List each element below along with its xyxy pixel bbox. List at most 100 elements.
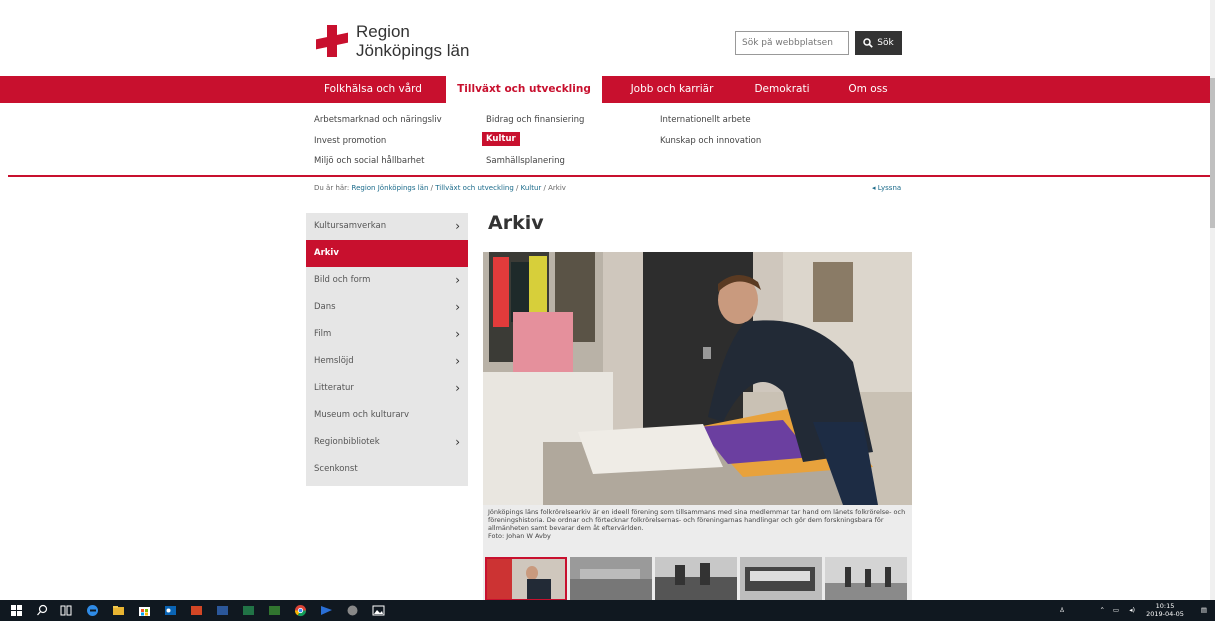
- main-navigation: Folkhälsa och vård Tillväxt och utveckli…: [0, 76, 1210, 103]
- sidebar-item-litteratur[interactable]: Litteratur ›: [306, 375, 468, 402]
- browser-page: Region Jönköpings län Sök Folkhälsa och …: [0, 0, 1215, 621]
- search-input[interactable]: [735, 31, 849, 55]
- subnav-bidrag[interactable]: Bidrag och finansiering: [486, 115, 584, 125]
- chevron-right-icon[interactable]: ›: [455, 267, 460, 294]
- listen-button[interactable]: ◂ Lyssna: [872, 184, 901, 192]
- subnav-miljo[interactable]: Miljö och social hållbarhet: [314, 156, 424, 166]
- sidebar-item-dans[interactable]: Dans ›: [306, 294, 468, 321]
- logo-line-1: Region: [356, 22, 410, 41]
- chevron-right-icon[interactable]: ›: [455, 348, 460, 375]
- chevron-right-icon[interactable]: ›: [455, 429, 460, 456]
- edge-browser-icon[interactable]: [86, 604, 99, 617]
- thumbnail[interactable]: [825, 557, 907, 601]
- breadcrumb-separator: /: [543, 184, 546, 192]
- subnav-samhallsplanering[interactable]: Samhällsplanering: [486, 156, 565, 166]
- page-title: Arkiv: [488, 212, 544, 234]
- logo-line-2: Jönköpings län: [356, 41, 470, 60]
- sidebar-item-kultursamverkan[interactable]: Kultursamverkan ›: [306, 213, 468, 240]
- nav-demokrati[interactable]: Demokrati: [742, 76, 822, 103]
- site-logo[interactable]: Region Jönköpings län: [314, 22, 469, 60]
- breadcrumb-region[interactable]: Region Jönköpings län: [352, 184, 429, 192]
- sidebar-item-film[interactable]: Film ›: [306, 321, 468, 348]
- sidebar-item-label: Regionbibliotek: [314, 437, 380, 447]
- windows-start-icon[interactable]: [10, 604, 23, 617]
- site-search: Sök: [735, 31, 902, 55]
- thumbnail[interactable]: [655, 557, 737, 601]
- store-icon[interactable]: [138, 604, 151, 617]
- breadcrumb-separator: /: [430, 184, 433, 192]
- clock[interactable]: 10:15 2019-04-05: [1145, 602, 1185, 618]
- hero-photo: [483, 252, 912, 505]
- chrome-icon[interactable]: [294, 604, 307, 617]
- word-icon[interactable]: [216, 604, 229, 617]
- thumbnail[interactable]: [570, 557, 652, 601]
- breadcrumb-separator: /: [516, 184, 519, 192]
- sidebar-item-label: Museum och kulturarv: [314, 410, 410, 420]
- nav-folkhalsa[interactable]: Folkhälsa och vård: [314, 76, 432, 103]
- search-icon: [863, 38, 874, 48]
- outlook-icon[interactable]: [164, 604, 177, 617]
- clock-time: 10:15: [1155, 602, 1175, 610]
- sidebar-item-bild-och-form[interactable]: Bild och form ›: [306, 267, 468, 294]
- sidebar-menu: Kultursamverkan › Arkiv Bild och form › Da…: [306, 213, 468, 486]
- speaker-icon: ◂: [872, 184, 876, 192]
- photo-caption: Jönköpings läns folkrörelsearkiv är en i…: [483, 505, 912, 557]
- nav-divider: [8, 175, 1210, 177]
- breadcrumb-current: Arkiv: [548, 184, 566, 192]
- app-circle-icon[interactable]: [346, 604, 359, 617]
- chevron-right-icon[interactable]: ›: [455, 213, 460, 240]
- people-icon[interactable]: ♙: [1059, 606, 1065, 614]
- subnav-arbetsmarknad[interactable]: Arbetsmarknad och näringsliv: [314, 115, 442, 125]
- thumbnail[interactable]: [740, 557, 822, 601]
- scrollbar-thumb[interactable]: [1210, 78, 1215, 228]
- sidebar-item-arkiv[interactable]: Arkiv: [306, 240, 468, 267]
- nav-jobb[interactable]: Jobb och karriär: [622, 76, 722, 103]
- chevron-right-icon[interactable]: ›: [455, 294, 460, 321]
- windows-taskbar: ♙ ⌃ ▭ ◂) 10:15 2019-04-05 ▤: [0, 600, 1215, 621]
- breadcrumb-prefix: Du är här:: [314, 184, 350, 192]
- chevron-right-icon[interactable]: ›: [455, 375, 460, 402]
- excel-icon[interactable]: [242, 604, 255, 617]
- search-button[interactable]: Sök: [855, 31, 902, 55]
- subnav-internationellt[interactable]: Internationellt arbete: [660, 115, 751, 125]
- clock-date: 2019-04-05: [1146, 610, 1184, 618]
- subnav-kunskap[interactable]: Kunskap och innovation: [660, 136, 761, 146]
- subnav-kultur[interactable]: Kultur: [482, 132, 520, 146]
- nav-om-oss[interactable]: Om oss: [838, 76, 898, 103]
- file-explorer-icon[interactable]: [112, 604, 125, 617]
- breadcrumb-tillvaxt[interactable]: Tillväxt och utveckling: [435, 184, 514, 192]
- sidebar-item-hemslojd[interactable]: Hemslöjd ›: [306, 348, 468, 375]
- nav-tillvaxt[interactable]: Tillväxt och utveckling: [446, 76, 602, 103]
- network-icon[interactable]: ▭: [1113, 606, 1119, 614]
- search-icon[interactable]: [36, 604, 49, 617]
- caption-credit: Foto: Johan W Avby: [488, 532, 551, 540]
- breadcrumb-kultur[interactable]: Kultur: [521, 184, 542, 192]
- notifications-icon[interactable]: ▤: [1201, 606, 1207, 614]
- sidebar-item-label: Bild och form: [314, 275, 371, 285]
- subnav-invest[interactable]: Invest promotion: [314, 136, 386, 146]
- thumbnail[interactable]: [485, 557, 567, 601]
- thumbnail-strip: [483, 557, 912, 601]
- sidebar-item-label: Film: [314, 329, 332, 339]
- sidebar-item-label: Litteratur: [314, 383, 354, 393]
- listen-label: Lyssna: [877, 184, 902, 192]
- sidebar-item-museum[interactable]: Museum och kulturarv: [306, 402, 468, 429]
- project-icon[interactable]: [268, 604, 281, 617]
- app-icon[interactable]: [320, 604, 333, 617]
- task-view-icon[interactable]: [60, 604, 73, 617]
- sidebar-item-label: Dans: [314, 302, 336, 312]
- tray-overflow-icon[interactable]: ⌃: [1100, 606, 1105, 614]
- sidebar-item-label: Hemslöjd: [314, 356, 354, 366]
- powerpoint-icon[interactable]: [190, 604, 203, 617]
- logo-cross-icon: [314, 23, 350, 59]
- sidebar-item-regionbibliotek[interactable]: Regionbibliotek ›: [306, 429, 468, 456]
- breadcrumb: Du är här: Region Jönköpings län / Tillv…: [314, 184, 566, 192]
- sidebar-item-label: Kultursamverkan: [314, 221, 387, 231]
- sidebar-item-label: Arkiv: [314, 248, 339, 258]
- chevron-right-icon[interactable]: ›: [455, 321, 460, 348]
- photos-icon[interactable]: [372, 604, 385, 617]
- volume-icon[interactable]: ◂): [1129, 606, 1135, 614]
- sidebar-item-scenkonst[interactable]: Scenkonst: [306, 456, 468, 483]
- search-button-label: Sök: [877, 38, 894, 48]
- caption-text: Jönköpings läns folkrörelsearkiv är en i…: [488, 508, 906, 532]
